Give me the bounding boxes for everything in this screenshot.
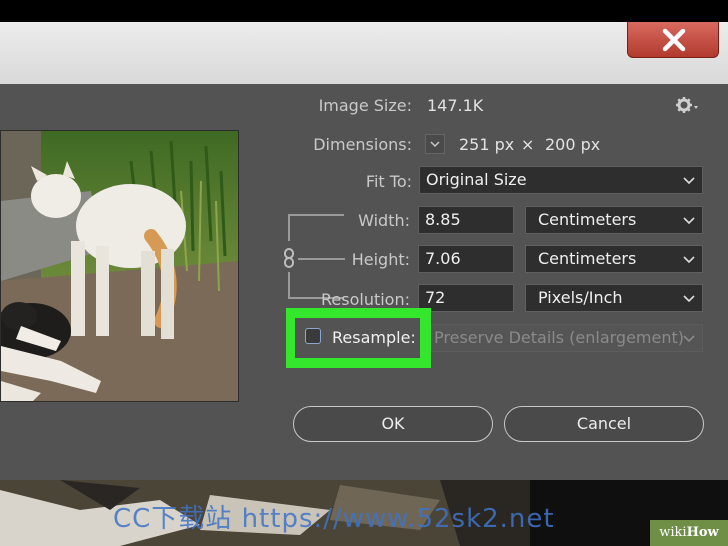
resample-method-value: Preserve Details (enlargement)	[434, 328, 685, 347]
wikihow-wiki: wiki	[659, 525, 687, 540]
height-input[interactable]: 7.06	[418, 245, 514, 273]
width-label: Width:	[358, 211, 410, 230]
height-unit-select[interactable]: Centimeters	[525, 245, 703, 273]
width-unit-value: Centimeters	[538, 210, 637, 229]
wikihow-badge: wikiHow	[650, 520, 728, 546]
width-input[interactable]: 8.85	[418, 206, 514, 234]
chevron-down-icon	[683, 295, 695, 303]
window-close-button[interactable]	[627, 22, 719, 58]
link-bracket-top	[288, 214, 290, 241]
image-size-value: 147.1K	[427, 96, 484, 115]
resolution-unit-value: Pixels/Inch	[538, 288, 623, 307]
dimensions-label: Dimensions:	[313, 135, 412, 154]
fit-to-value: Original Size	[426, 170, 527, 189]
resolution-unit-select[interactable]: Pixels/Inch	[525, 284, 703, 312]
top-bar	[0, 0, 728, 22]
dimensions-times: ×	[521, 135, 535, 154]
height-label: Height:	[351, 250, 410, 269]
gear-icon[interactable]	[675, 96, 699, 114]
chain-link-icon[interactable]	[282, 247, 296, 269]
chevron-down-icon	[683, 256, 695, 264]
width-unit-select[interactable]: Centimeters	[525, 206, 703, 234]
chevron-down-icon	[430, 141, 440, 148]
dimensions-width: 251 px	[459, 135, 515, 154]
preview-photo	[1, 131, 238, 401]
close-icon	[662, 28, 686, 52]
resolution-input[interactable]: 72	[418, 284, 514, 312]
window-title-bar	[0, 22, 728, 85]
resample-checkbox[interactable]	[305, 328, 321, 344]
dimensions-height: 200 px	[545, 135, 601, 154]
chevron-down-icon	[683, 177, 695, 185]
resolution-label: Resolution:	[321, 290, 410, 309]
link-bracket-bottom	[288, 272, 290, 298]
image-size-label: Image Size:	[318, 96, 412, 115]
fit-to-select[interactable]: Original Size	[419, 166, 703, 194]
image-preview	[0, 130, 239, 402]
height-unit-value: Centimeters	[538, 249, 637, 268]
dimensions-dropdown[interactable]	[425, 134, 445, 154]
wikihow-how: How	[686, 525, 719, 540]
chevron-down-icon	[683, 217, 695, 225]
resample-label: Resample:	[332, 328, 416, 347]
ok-button[interactable]: OK	[293, 406, 493, 442]
fit-to-label: Fit To:	[365, 172, 412, 191]
chevron-down-icon	[683, 335, 695, 343]
resample-method-select[interactable]: Preserve Details (enlargement)	[431, 324, 703, 352]
cancel-button[interactable]: Cancel	[504, 406, 704, 442]
watermark-text: CC下载站 https://www.52sk2.net	[113, 504, 555, 534]
